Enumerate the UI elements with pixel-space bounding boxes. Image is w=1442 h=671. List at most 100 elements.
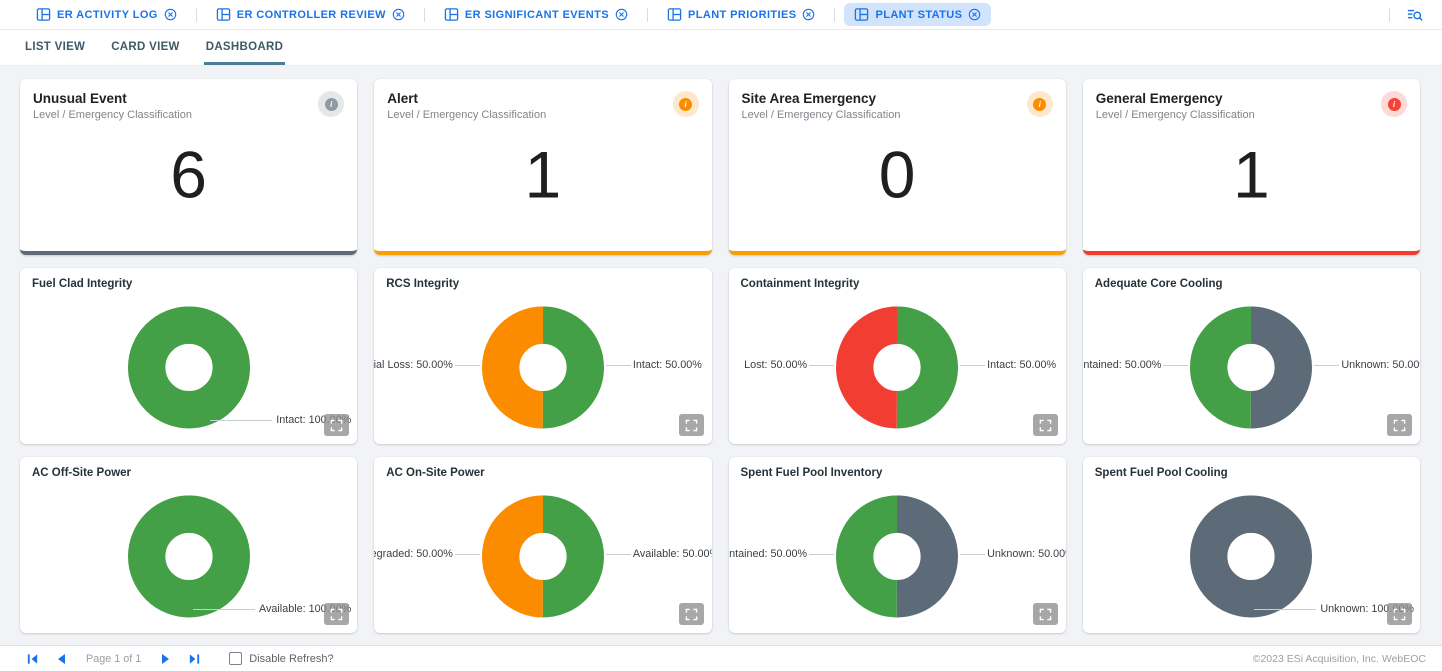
stat-value: 0 (729, 142, 1066, 208)
stat-card-general-emergency: General Emergency Level / Emergency Clas… (1083, 79, 1420, 255)
close-icon[interactable] (164, 8, 177, 21)
leader-line (193, 609, 255, 610)
tab-separator (647, 8, 648, 22)
tab-er-significant-events[interactable]: ER SIGNIFICANT EVENTS (434, 3, 638, 26)
info-icon[interactable]: i (1027, 91, 1053, 117)
tab-er-activity-log[interactable]: ER ACTIVITY LOG (26, 3, 187, 26)
disable-refresh-control: Disable Refresh? (229, 652, 333, 665)
card-title: AC On-Site Power (386, 467, 699, 479)
expand-button[interactable] (1033, 603, 1058, 625)
chart-card-containment-integrity: Containment Integrity Lost: 50.00% Intac… (729, 268, 1066, 444)
card-title: AC Off-Site Power (32, 467, 345, 479)
expand-button[interactable] (679, 603, 704, 625)
footer-bar: Page 1 of 1 Disable Refresh? ©2023 ESi A… (0, 645, 1442, 671)
tab-card-view[interactable]: CARD VIEW (109, 30, 182, 65)
donut-chart: Potential Loss: 50.00% Intact: 50.00% (374, 292, 711, 438)
slice-label-left: Lost: 50.00% (744, 359, 807, 371)
chart-card-ac-on-site-power: AC On-Site Power Degraded: 50.00% Availa… (374, 457, 711, 633)
board-icon (854, 7, 869, 22)
card-title: Containment Integrity (741, 278, 1054, 290)
expand-button[interactable] (679, 414, 704, 436)
tab-list-view[interactable]: LIST VIEW (23, 30, 87, 65)
leader-line-right (606, 554, 631, 555)
slice-label-right: Unknown: 50.00% (1341, 359, 1420, 371)
leader-line-left (809, 365, 834, 366)
tab-separator (834, 8, 835, 22)
donut-chart: Intact: 100.00% (20, 292, 357, 438)
leader-line (1254, 609, 1316, 610)
first-page-button[interactable] (26, 653, 39, 665)
info-icon[interactable]: i (1381, 91, 1407, 117)
tab-label: PLANT PRIORITIES (688, 9, 796, 21)
fullscreen-icon (1393, 608, 1406, 621)
donut-chart: Degraded: 50.00% Available: 50.00% (374, 481, 711, 627)
card-subtitle: Level / Emergency Classification (387, 109, 546, 121)
fullscreen-icon (1039, 419, 1052, 432)
donut-svg (482, 306, 604, 428)
tab-separator (196, 8, 197, 22)
next-page-button[interactable] (161, 653, 172, 665)
close-icon[interactable] (968, 8, 981, 21)
chart-card-ac-off-site-power: AC Off-Site Power Available: 100.00% (20, 457, 357, 633)
disable-refresh-checkbox[interactable] (229, 652, 242, 665)
card-title: Unusual Event (33, 91, 192, 106)
board-icon (667, 7, 682, 22)
leader-line-right (960, 365, 985, 366)
tab-label: ER SIGNIFICANT EVENTS (465, 9, 609, 21)
fullscreen-icon (685, 419, 698, 432)
donut-svg (836, 306, 958, 428)
chart-card-spent-fuel-pool-inventory: Spent Fuel Pool Inventory Maintained: 50… (729, 457, 1066, 633)
slice-label-right: Intact: 50.00% (987, 359, 1056, 371)
last-page-button[interactable] (188, 653, 201, 665)
leader-line (210, 420, 272, 421)
chart-card-rcs-integrity: RCS Integrity Potential Loss: 50.00% Int… (374, 268, 711, 444)
copyright-text: ©2023 ESi Acquisition, Inc. WebEOC (1253, 653, 1426, 665)
tab-dashboard[interactable]: DASHBOARD (204, 30, 285, 65)
card-title: Spent Fuel Pool Inventory (741, 467, 1054, 479)
card-subtitle: Level / Emergency Classification (33, 109, 192, 121)
tab-plant-priorities[interactable]: PLANT PRIORITIES (657, 3, 825, 26)
stat-value: 1 (374, 142, 711, 208)
stat-card-site-area-emergency: Site Area Emergency Level / Emergency Cl… (729, 79, 1066, 255)
expand-button[interactable] (1033, 414, 1058, 436)
expand-button[interactable] (1387, 414, 1412, 436)
close-icon[interactable] (392, 8, 405, 21)
expand-button[interactable] (324, 603, 349, 625)
board-icon (216, 7, 231, 22)
expand-button[interactable] (324, 414, 349, 436)
slice-label-right: Available: 50.00% (633, 548, 712, 560)
stat-value: 6 (20, 142, 357, 208)
fullscreen-icon (330, 608, 343, 621)
close-icon[interactable] (615, 8, 628, 21)
leader-line-left (455, 554, 480, 555)
expand-button[interactable] (1387, 603, 1412, 625)
leader-line-right (960, 554, 985, 555)
card-title: Fuel Clad Integrity (32, 278, 345, 290)
tab-separator (1389, 8, 1390, 22)
board-tab-bar: ER ACTIVITY LOG ER CONTROLLER REVIEW ER … (0, 0, 1442, 30)
search-boards-icon[interactable] (1406, 7, 1424, 23)
info-icon[interactable]: i (673, 91, 699, 117)
donut-chart: Lost: 50.00% Intact: 50.00% (729, 292, 1066, 438)
donut-chart: Available: 100.00% (20, 481, 357, 627)
chart-card-adequate-core-cooling: Adequate Core Cooling Maintained: 50.00%… (1083, 268, 1420, 444)
donut-chart: Unknown: 100.00% (1083, 481, 1420, 627)
donut-svg (1190, 495, 1312, 617)
info-icon[interactable]: i (318, 91, 344, 117)
tab-label: PLANT STATUS (875, 9, 962, 21)
previous-page-button[interactable] (55, 653, 66, 665)
tab-label: ER ACTIVITY LOG (57, 9, 158, 21)
disable-refresh-label: Disable Refresh? (249, 653, 333, 665)
fullscreen-icon (1039, 608, 1052, 621)
tab-er-controller-review[interactable]: ER CONTROLLER REVIEW (206, 3, 415, 26)
close-icon[interactable] (802, 8, 815, 21)
card-title: Spent Fuel Pool Cooling (1095, 467, 1408, 479)
chart-card-fuel-clad-integrity: Fuel Clad Integrity Intact: 100.00% (20, 268, 357, 444)
tab-label: ER CONTROLLER REVIEW (237, 9, 386, 21)
slice-label-left: Potential Loss: 50.00% (374, 359, 453, 371)
board-icon (444, 7, 459, 22)
tab-plant-status[interactable]: PLANT STATUS (844, 3, 991, 26)
fullscreen-icon (330, 419, 343, 432)
leader-line-left (809, 554, 834, 555)
pagination: Page 1 of 1 (26, 653, 201, 665)
